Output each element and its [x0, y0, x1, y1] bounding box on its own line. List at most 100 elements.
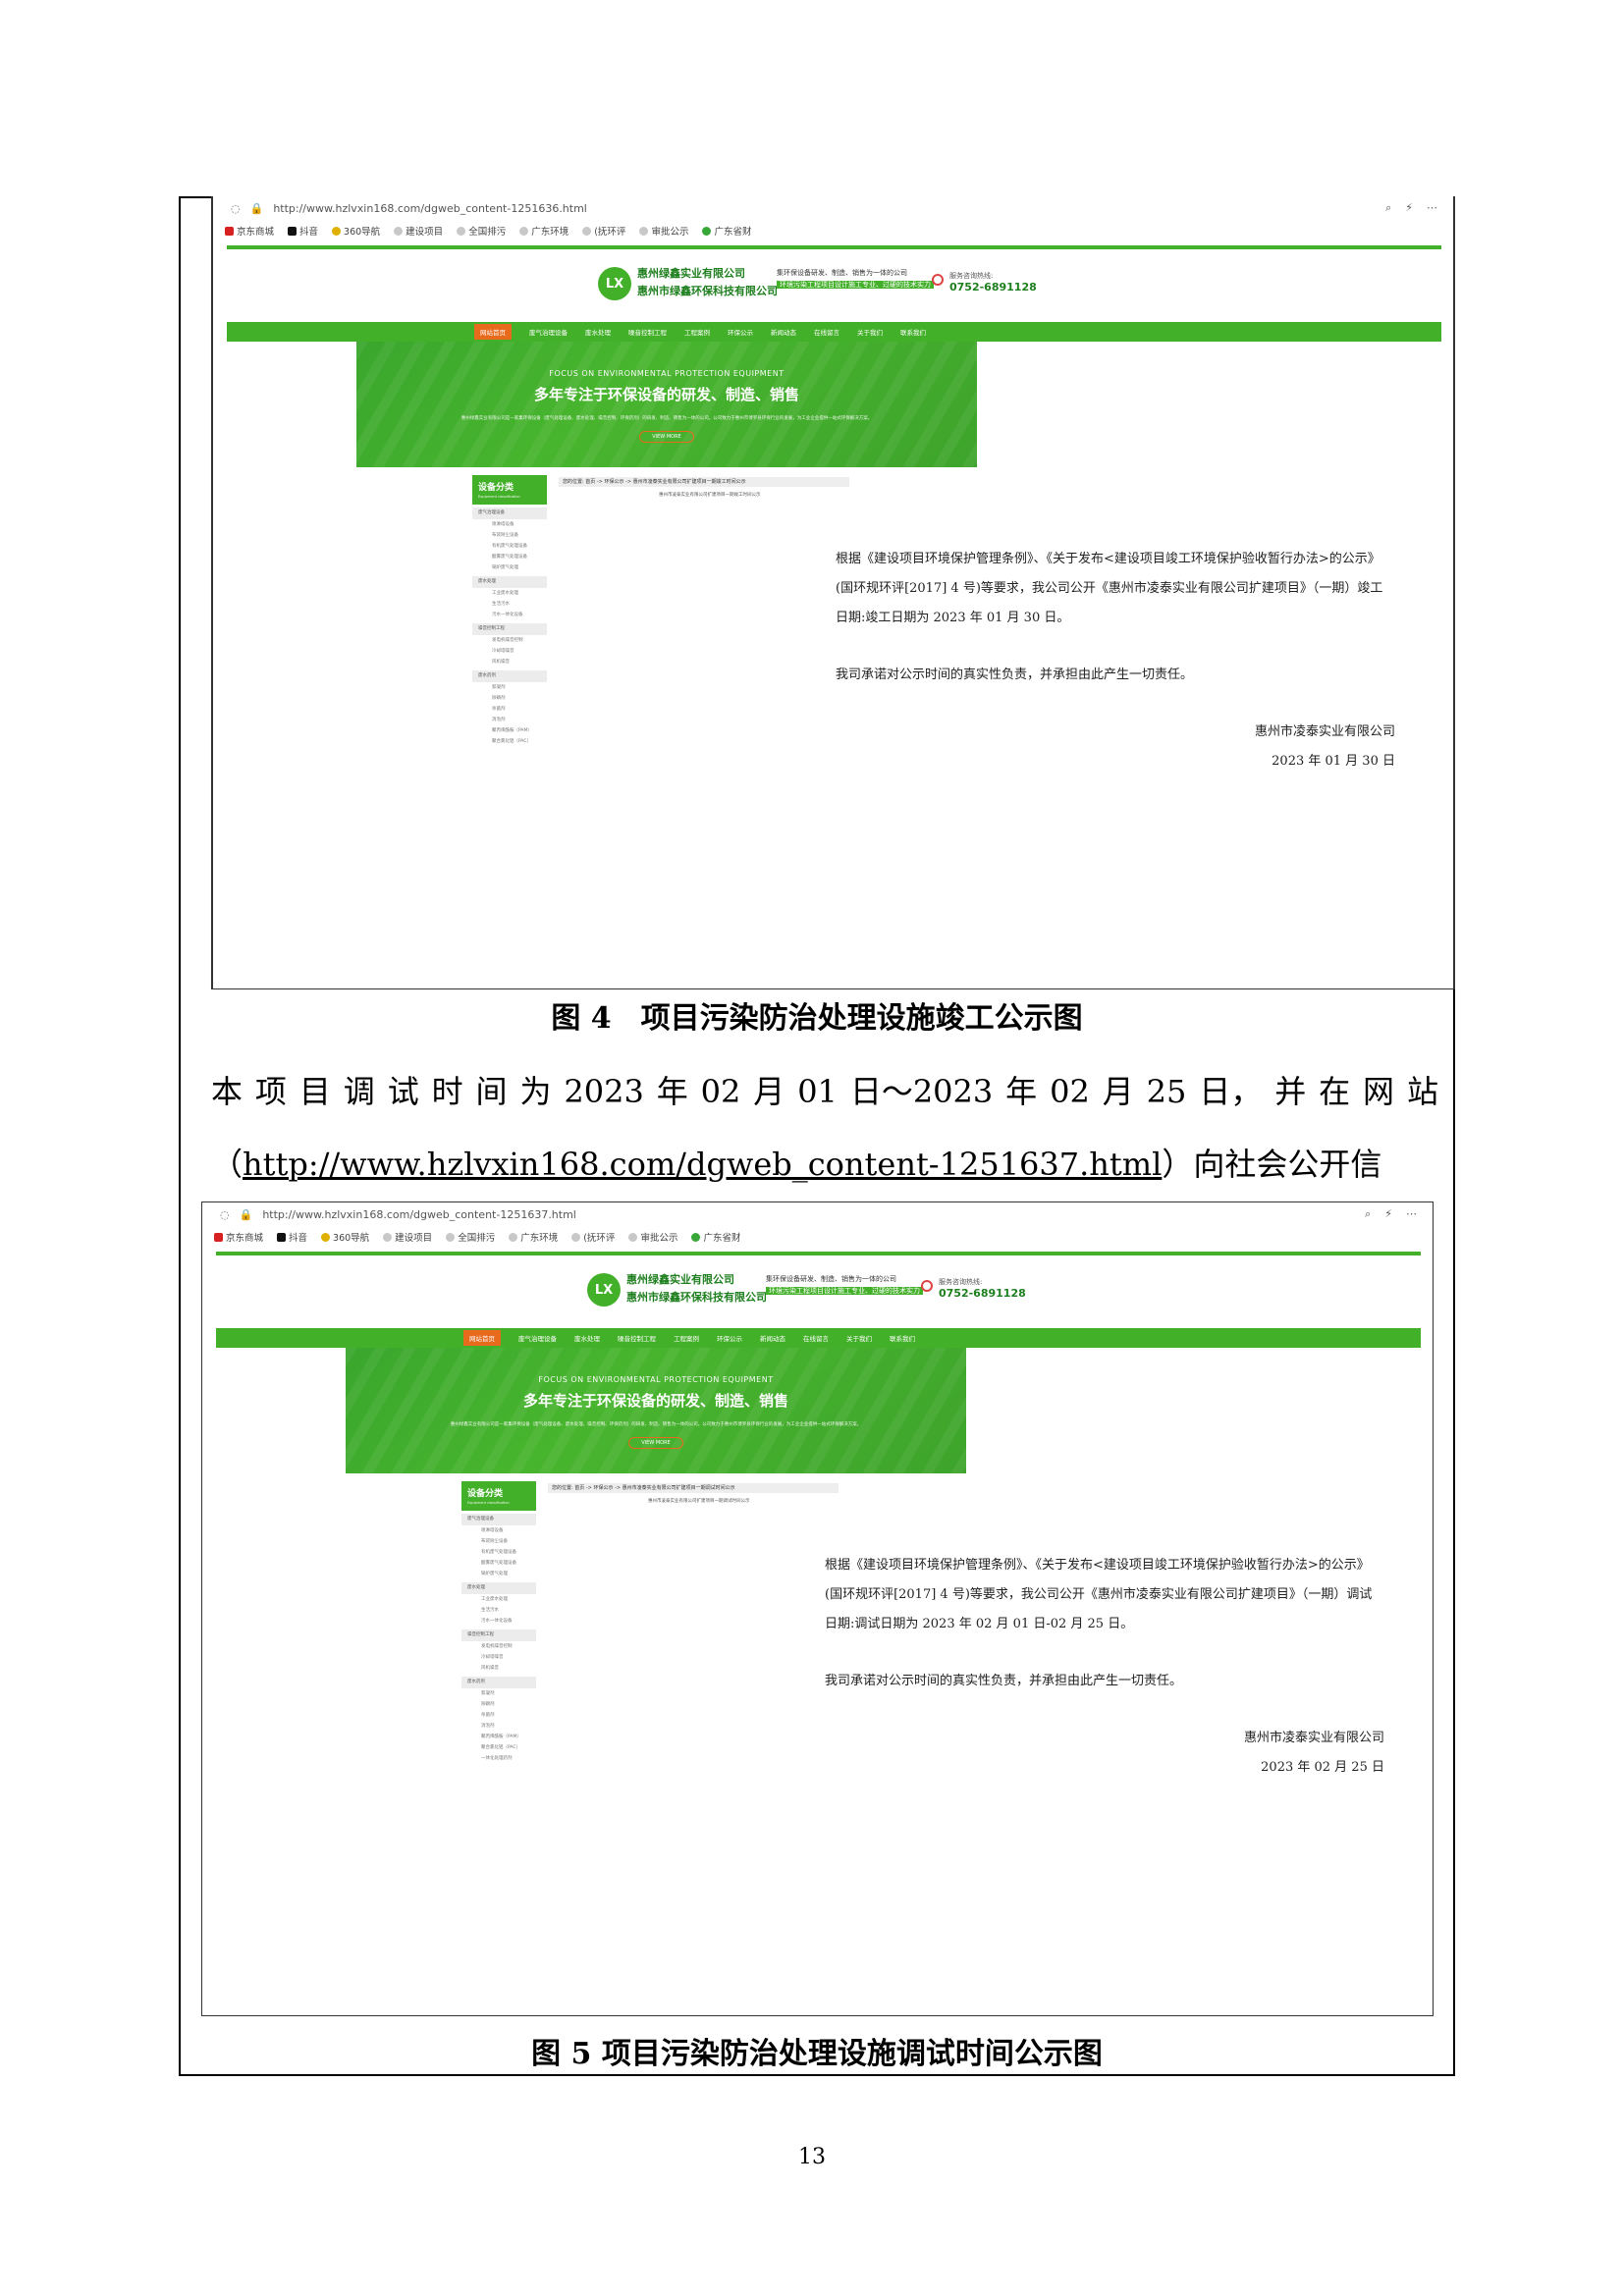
breadcrumb[interactable]: 您的位置: 首页 -> 环保公示 -> 惠州市凌泰实业有限公司扩建项目一期调试时…	[548, 1483, 839, 1493]
bookmark-item[interactable]: 360导航	[321, 1230, 369, 1244]
refresh-icon[interactable]: ◌	[220, 1208, 230, 1221]
nav-item[interactable]: 工程案例	[684, 327, 710, 337]
sidebar-item[interactable]: 酸雾废气处理设备	[461, 1558, 536, 1569]
nav-item[interactable]: 环保公示	[717, 1333, 742, 1343]
bookmark-item[interactable]: 广东省财	[702, 224, 751, 238]
sidebar-item[interactable]: 有机废气处理设备	[472, 541, 547, 552]
nav-item[interactable]: 废水处理	[574, 1333, 600, 1343]
bookmark-item[interactable]: 建设项目	[394, 224, 443, 238]
sidebar-item[interactable]: 工业废水处理	[472, 588, 547, 599]
more-icon[interactable]: ⋯	[1406, 1207, 1417, 1221]
sidebar-item[interactable]: 风机噪音	[461, 1663, 536, 1674]
breadcrumb[interactable]: 您的位置: 首页 -> 环保公示 -> 惠州市凌泰实业有限公司扩建项目一期竣工时…	[559, 477, 849, 487]
sidebar-category[interactable]: 废水药剂	[472, 670, 547, 682]
sidebar-item[interactable]: 风机噪音	[472, 657, 547, 667]
bookmark-item[interactable]: 审批公示	[639, 224, 688, 238]
sidebar-item[interactable]: 消泡剂	[472, 715, 547, 725]
bookmark-item[interactable]: 建设项目	[383, 1230, 432, 1244]
bookmark-item[interactable]: 审批公示	[628, 1230, 677, 1244]
lightning-icon[interactable]: ⚡	[1384, 1207, 1392, 1221]
bookmark-item[interactable]: 360导航	[332, 224, 380, 238]
bookmark-item[interactable]: 京东商城	[214, 1230, 263, 1244]
sidebar-item[interactable]: 工业废水处理	[461, 1594, 536, 1605]
nav-item[interactable]: 关于我们	[857, 327, 883, 337]
zoom-icon[interactable]: ⌕	[1365, 1207, 1371, 1221]
bookmark-item[interactable]: 全国排污	[457, 224, 506, 238]
sidebar-item[interactable]: 除磷剂	[472, 693, 547, 704]
sidebar-item[interactable]: 杀菌剂	[472, 704, 547, 715]
sidebar-item[interactable]: 喷淋塔设备	[472, 519, 547, 530]
sidebar-item[interactable]: 冷却塔噪音	[461, 1652, 536, 1663]
bookmark-item[interactable]: 广东环境	[519, 224, 568, 238]
nav-item[interactable]: 废水处理	[585, 327, 611, 337]
nav-item[interactable]: 新闻动态	[760, 1333, 785, 1343]
lightning-icon[interactable]: ⚡	[1405, 201, 1413, 215]
bookmark-item[interactable]: 广东环境	[509, 1230, 558, 1244]
address-bar[interactable]: ◌ 🔒 http://www.hzlvxin168.com/dgweb_cont…	[213, 196, 1453, 220]
nav-item[interactable]: 在线留言	[814, 327, 839, 337]
nav-item[interactable]: 废气治理设备	[518, 1333, 557, 1343]
sidebar-item[interactable]: 污水一体化设备	[472, 610, 547, 620]
sidebar-category[interactable]: 废水药剂	[461, 1677, 536, 1688]
bookmark-item[interactable]: 全国排污	[446, 1230, 495, 1244]
sidebar-item[interactable]: 锅炉废气处理	[472, 562, 547, 573]
nav-item[interactable]: 环保公示	[728, 327, 753, 337]
sidebar-item[interactable]: 冷却塔噪音	[472, 646, 547, 657]
sidebar-item[interactable]: 生活污水	[472, 599, 547, 610]
sidebar-category[interactable]: 废水处理	[472, 576, 547, 588]
sidebar-category[interactable]: 废气治理设备	[472, 507, 547, 519]
sidebar-item[interactable]: 生活污水	[461, 1605, 536, 1616]
sidebar-item[interactable]: 布袋除尘设备	[461, 1536, 536, 1547]
sidebar-category[interactable]: 噪音控制工程	[472, 623, 547, 635]
nav-item[interactable]: 噪音控制工程	[618, 1333, 656, 1343]
sidebar-item[interactable]: 聚丙烯酰胺（PAM）	[461, 1732, 536, 1742]
sidebar-item[interactable]: 发电机噪音控制	[461, 1641, 536, 1652]
sidebar-item[interactable]: 除磷剂	[461, 1699, 536, 1710]
bookmark-item[interactable]: (抚环评	[571, 1230, 615, 1244]
bookmark-item[interactable]: 京东商城	[225, 224, 274, 238]
nav-item[interactable]: 工程案例	[674, 1333, 699, 1343]
nav-item[interactable]: 在线留言	[803, 1333, 829, 1343]
refresh-icon[interactable]: ◌	[231, 202, 241, 215]
sidebar-item[interactable]: 喷淋塔设备	[461, 1525, 536, 1536]
website-link[interactable]: http://www.hzlvxin168.com/dgweb_content-…	[243, 1146, 1162, 1183]
sidebar-item[interactable]: 有机废气处理设备	[461, 1547, 536, 1558]
sidebar-item[interactable]: 污水一体化设备	[461, 1616, 536, 1627]
nav-item[interactable]: 网站首页	[474, 324, 512, 340]
sidebar-item[interactable]: 聚丙烯酰胺（PAM）	[472, 725, 547, 736]
sidebar-item[interactable]: 发电机噪音控制	[472, 635, 547, 646]
zoom-icon[interactable]: ⌕	[1385, 201, 1391, 215]
sidebar-item[interactable]: 聚合氯化铝（PAC）	[472, 736, 547, 747]
sidebar-item[interactable]: 布袋除尘设备	[472, 530, 547, 541]
bookmark-item[interactable]: 广东省财	[691, 1230, 740, 1244]
nav-item[interactable]: 联系我们	[890, 1333, 915, 1343]
url-text[interactable]: http://www.hzlvxin168.com/dgweb_content-…	[273, 202, 587, 215]
sidebar-item[interactable]: 酸雾废气处理设备	[472, 552, 547, 562]
sidebar-category[interactable]: 噪音控制工程	[461, 1629, 536, 1641]
sidebar-item[interactable]: 絮凝剂	[472, 682, 547, 693]
nav-item[interactable]: 新闻动态	[771, 327, 796, 337]
logo-icon[interactable]: LX	[598, 267, 631, 300]
url-text[interactable]: http://www.hzlvxin168.com/dgweb_content-…	[262, 1208, 576, 1221]
view-more-button[interactable]: VIEW MORE	[628, 1437, 683, 1449]
nav-item[interactable]: 废气治理设备	[529, 327, 568, 337]
sidebar-item[interactable]: 锅炉废气处理	[461, 1569, 536, 1579]
nav-item[interactable]: 联系我们	[900, 327, 926, 337]
sidebar-item[interactable]: 消泡剂	[461, 1721, 536, 1732]
sidebar-item[interactable]: 杀菌剂	[461, 1710, 536, 1721]
sidebar-category[interactable]: 废水处理	[461, 1582, 536, 1594]
logo-icon[interactable]: LX	[587, 1273, 621, 1307]
nav-item[interactable]: 网站首页	[463, 1330, 501, 1346]
view-more-button[interactable]: VIEW MORE	[639, 431, 694, 443]
nav-item[interactable]: 噪音控制工程	[628, 327, 667, 337]
nav-item[interactable]: 关于我们	[846, 1333, 872, 1343]
sidebar-item[interactable]: 絮凝剂	[461, 1688, 536, 1699]
more-icon[interactable]: ⋯	[1427, 201, 1437, 215]
bookmark-item[interactable]: (抚环评	[582, 224, 625, 238]
sidebar-category[interactable]: 废气治理设备	[461, 1514, 536, 1525]
bookmark-item[interactable]: 抖音	[277, 1230, 307, 1244]
sidebar-item[interactable]: 一体化处理药剂	[461, 1753, 536, 1764]
sidebar-item[interactable]: 聚合氯化铝（PAC）	[461, 1742, 536, 1753]
address-bar[interactable]: ◌ 🔒 http://www.hzlvxin168.com/dgweb_cont…	[202, 1202, 1433, 1226]
bookmark-item[interactable]: 抖音	[288, 224, 318, 238]
